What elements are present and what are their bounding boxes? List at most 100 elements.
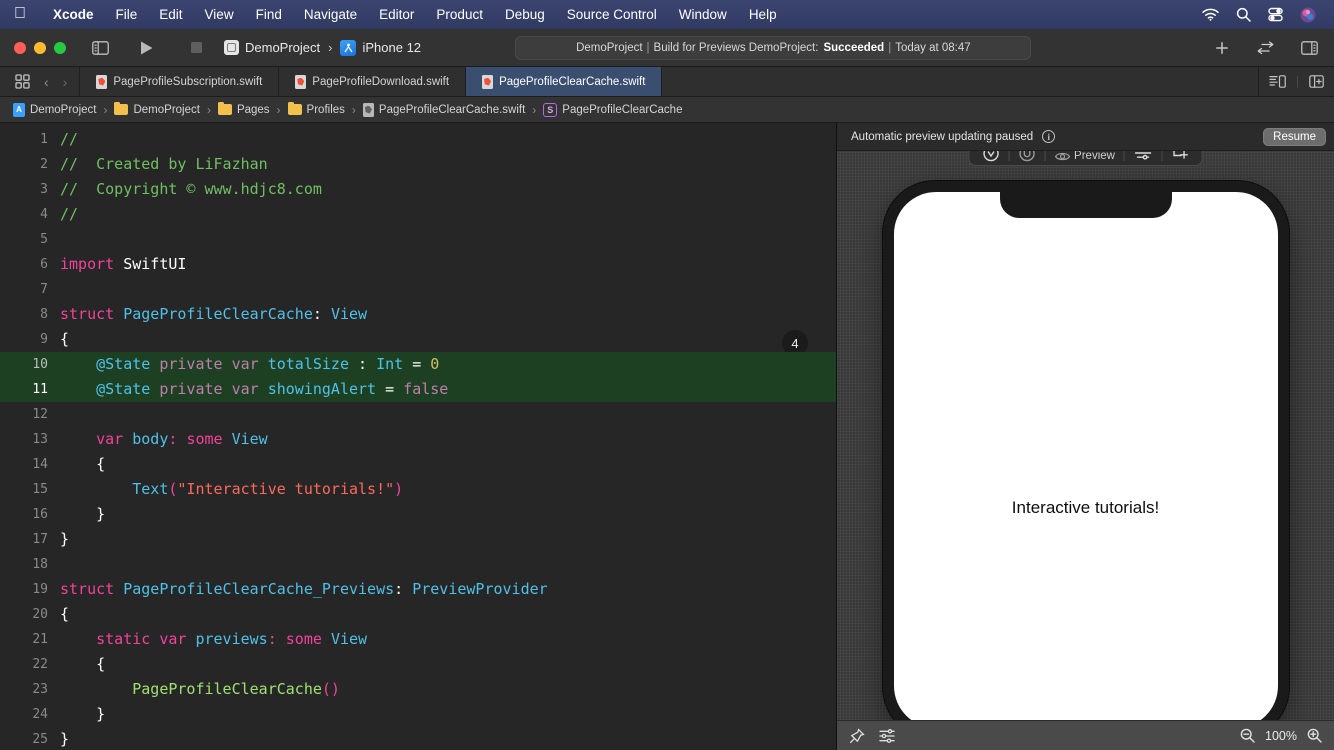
preview-device-screen[interactable]: Interactive tutorials! [893,192,1278,720]
zoom-level-label: 100% [1265,728,1297,743]
live-preview-icon[interactable] [973,151,1008,162]
preview-mode-button[interactable]: Preview [1045,151,1124,162]
menu-item-file[interactable]: File [105,5,149,24]
add-editor-icon[interactable] [1208,35,1236,61]
code-line[interactable]: 10 @State private var totalSize : Int = … [0,352,836,377]
menu-item-help[interactable]: Help [738,5,788,24]
preview-settings-icon[interactable] [879,728,895,743]
line-number: 25 [32,732,48,747]
line-number: 23 [32,682,48,697]
minimap-toggle-icon[interactable] [1269,75,1286,88]
selectable-preview-icon[interactable] [1009,151,1044,162]
preview-floating-toolbar[interactable]: Preview [968,151,1203,166]
code-line[interactable]: 1 // [0,127,836,152]
resume-button[interactable]: Resume [1263,127,1326,146]
inspector-toggle-icon[interactable] [1296,35,1324,61]
code-line[interactable]: 19 struct PageProfileClearCache_Previews:… [0,577,836,602]
zoom-button[interactable] [54,41,66,54]
apple-logo-icon[interactable]:  [14,5,26,24]
siri-icon[interactable] [1300,7,1316,23]
breadcrumb-item-profiles[interactable]: Profiles [285,101,348,116]
code-line[interactable]: 7 [0,277,836,302]
code-line[interactable]: 16 } [0,502,836,527]
code-editor[interactable]: 1 // 2 // Created by LiFazhan 3 // Copyright … [0,123,836,750]
breadcrumb: A DemoProject › DemoProject › Pages › Pr… [0,97,1334,123]
code-line[interactable]: 18 [0,552,836,577]
code-line[interactable]: 9{4 [0,327,836,356]
code-line[interactable]: 2 // Created by LiFazhan [0,152,836,177]
code-line[interactable]: 15 Text("Interactive tutorials!") [0,477,836,502]
code-line[interactable]: 25} [0,727,836,750]
code-line[interactable]: 3 // Copyright © www.hdjc8.com [0,177,836,202]
info-icon[interactable]: i [1042,130,1056,143]
menu-item-window[interactable]: Window [668,5,738,24]
preview-eye-icon [1054,151,1070,162]
code-text: struct PageProfileClearCache_Previews: P… [60,580,548,598]
swift-file-icon [96,74,108,89]
code-line[interactable]: 17} [0,527,836,552]
breadcrumb-item-symbol[interactable]: S PageProfileClearCache [540,102,685,117]
wifi-icon[interactable] [1202,8,1219,21]
code-line[interactable]: 14 { [0,452,836,477]
pin-icon[interactable] [849,727,865,744]
code-line[interactable]: 21 static var previews: some View [0,627,836,652]
menu-item-debug[interactable]: Debug [494,5,556,24]
nav-forward-button[interactable]: › [57,74,74,90]
code-line[interactable]: 4 // [0,202,836,227]
code-line[interactable]: 20 { [0,602,836,627]
split-editor-icon[interactable] [1309,75,1324,88]
breadcrumb-label: Profiles [306,103,345,116]
line-number: 10 [32,357,48,372]
menu-item-product[interactable]: Product [425,5,494,24]
minimize-button[interactable] [34,41,46,54]
editor-options-icon[interactable] [1252,35,1280,61]
close-button[interactable] [14,41,26,54]
line-number: 14 [32,457,48,472]
code-line[interactable]: 22 { [0,652,836,677]
zoom-out-icon[interactable] [1240,728,1255,743]
preview-zoom-controls: 100% [1240,728,1322,743]
search-icon[interactable] [1236,7,1251,22]
build-status-bar[interactable]: DemoProject | Build for Previews DemoPro… [515,35,1032,60]
sidebar-toggle-icon[interactable] [86,35,114,61]
breadcrumb-item-file[interactable]: PageProfileClearCache.swift [360,102,528,117]
zoom-in-icon[interactable] [1307,728,1322,743]
code-line[interactable]: 5 [0,227,836,252]
tab-page-profile-download[interactable]: PageProfileDownload.swift [279,67,467,96]
menu-item-source-control[interactable]: Source Control [556,5,668,24]
code-line[interactable]: 11 @State private var showingAlert = fal… [0,377,836,402]
breadcrumb-item-pages[interactable]: Pages [215,101,273,116]
destination-name: iPhone 12 [362,40,422,55]
code-line[interactable]: 23 PageProfileClearCache() [0,677,836,702]
preview-variants-icon[interactable] [1125,151,1162,162]
nav-back-button[interactable]: ‹ [38,74,55,90]
run-button[interactable] [132,35,160,61]
stop-button[interactable] [182,35,210,61]
preview-canvas[interactable]: Preview Interactive tutorials! [837,151,1334,720]
menu-item-edit[interactable]: Edit [148,5,193,24]
code-line[interactable]: 8 struct PageProfileClearCache: View [0,302,836,327]
menu-item-xcode[interactable]: Xcode [42,5,105,24]
code-text: // Copyright © www.hdjc8.com [60,180,322,198]
add-preview-icon[interactable] [1163,151,1198,162]
tab-overview-icon[interactable] [8,69,36,95]
breadcrumb-item-project[interactable]: A DemoProject [10,102,99,117]
breadcrumb-item-group-demoproject[interactable]: DemoProject [111,101,202,116]
preview-device-iphone-12[interactable]: Interactive tutorials! [882,181,1289,720]
menu-item-navigate[interactable]: Navigate [293,5,368,24]
code-line[interactable]: 24 } [0,702,836,727]
tab-page-profile-clear-cache[interactable]: PageProfileClearCache.swift [466,67,663,96]
tab-page-profile-subscription[interactable]: PageProfileSubscription.swift [80,67,280,96]
menu-item-view[interactable]: View [194,5,245,24]
code-line[interactable]: 6 import SwiftUI [0,252,836,277]
code-line[interactable]: 12 [0,402,836,427]
code-lines: 1 // 2 // Created by LiFazhan 3 // Copyright … [0,123,836,750]
code-line[interactable]: 13 var body: some View [0,427,836,452]
line-number: 18 [32,557,48,572]
menu-item-editor[interactable]: Editor [368,5,425,24]
control-center-icon[interactable] [1268,7,1283,22]
preview-screen-text: Interactive tutorials! [1011,498,1160,517]
scheme-selector[interactable]: DemoProject › iPhone 12 [218,37,427,59]
toolbar-right-buttons [1208,35,1324,61]
menu-item-find[interactable]: Find [245,5,293,24]
